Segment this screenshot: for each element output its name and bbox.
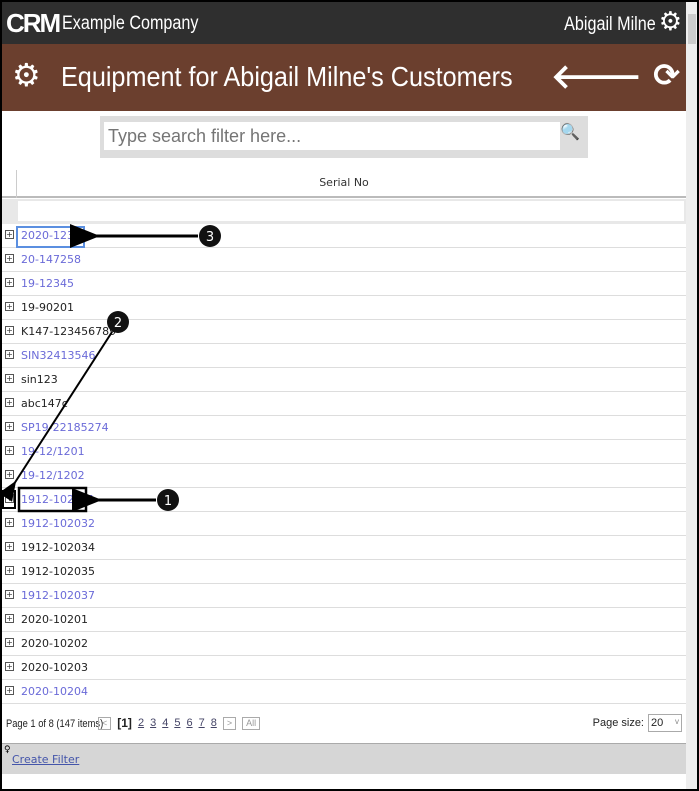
callout-3-label: 3	[206, 230, 214, 245]
highlight-box-3	[16, 226, 85, 248]
highlight-box-1	[17, 486, 88, 513]
callout-1-label: 1	[164, 494, 172, 509]
annotations: 3 1 2	[2, 224, 221, 513]
highlight-expand-box	[2, 490, 16, 509]
callout-2-label: 2	[114, 316, 122, 331]
